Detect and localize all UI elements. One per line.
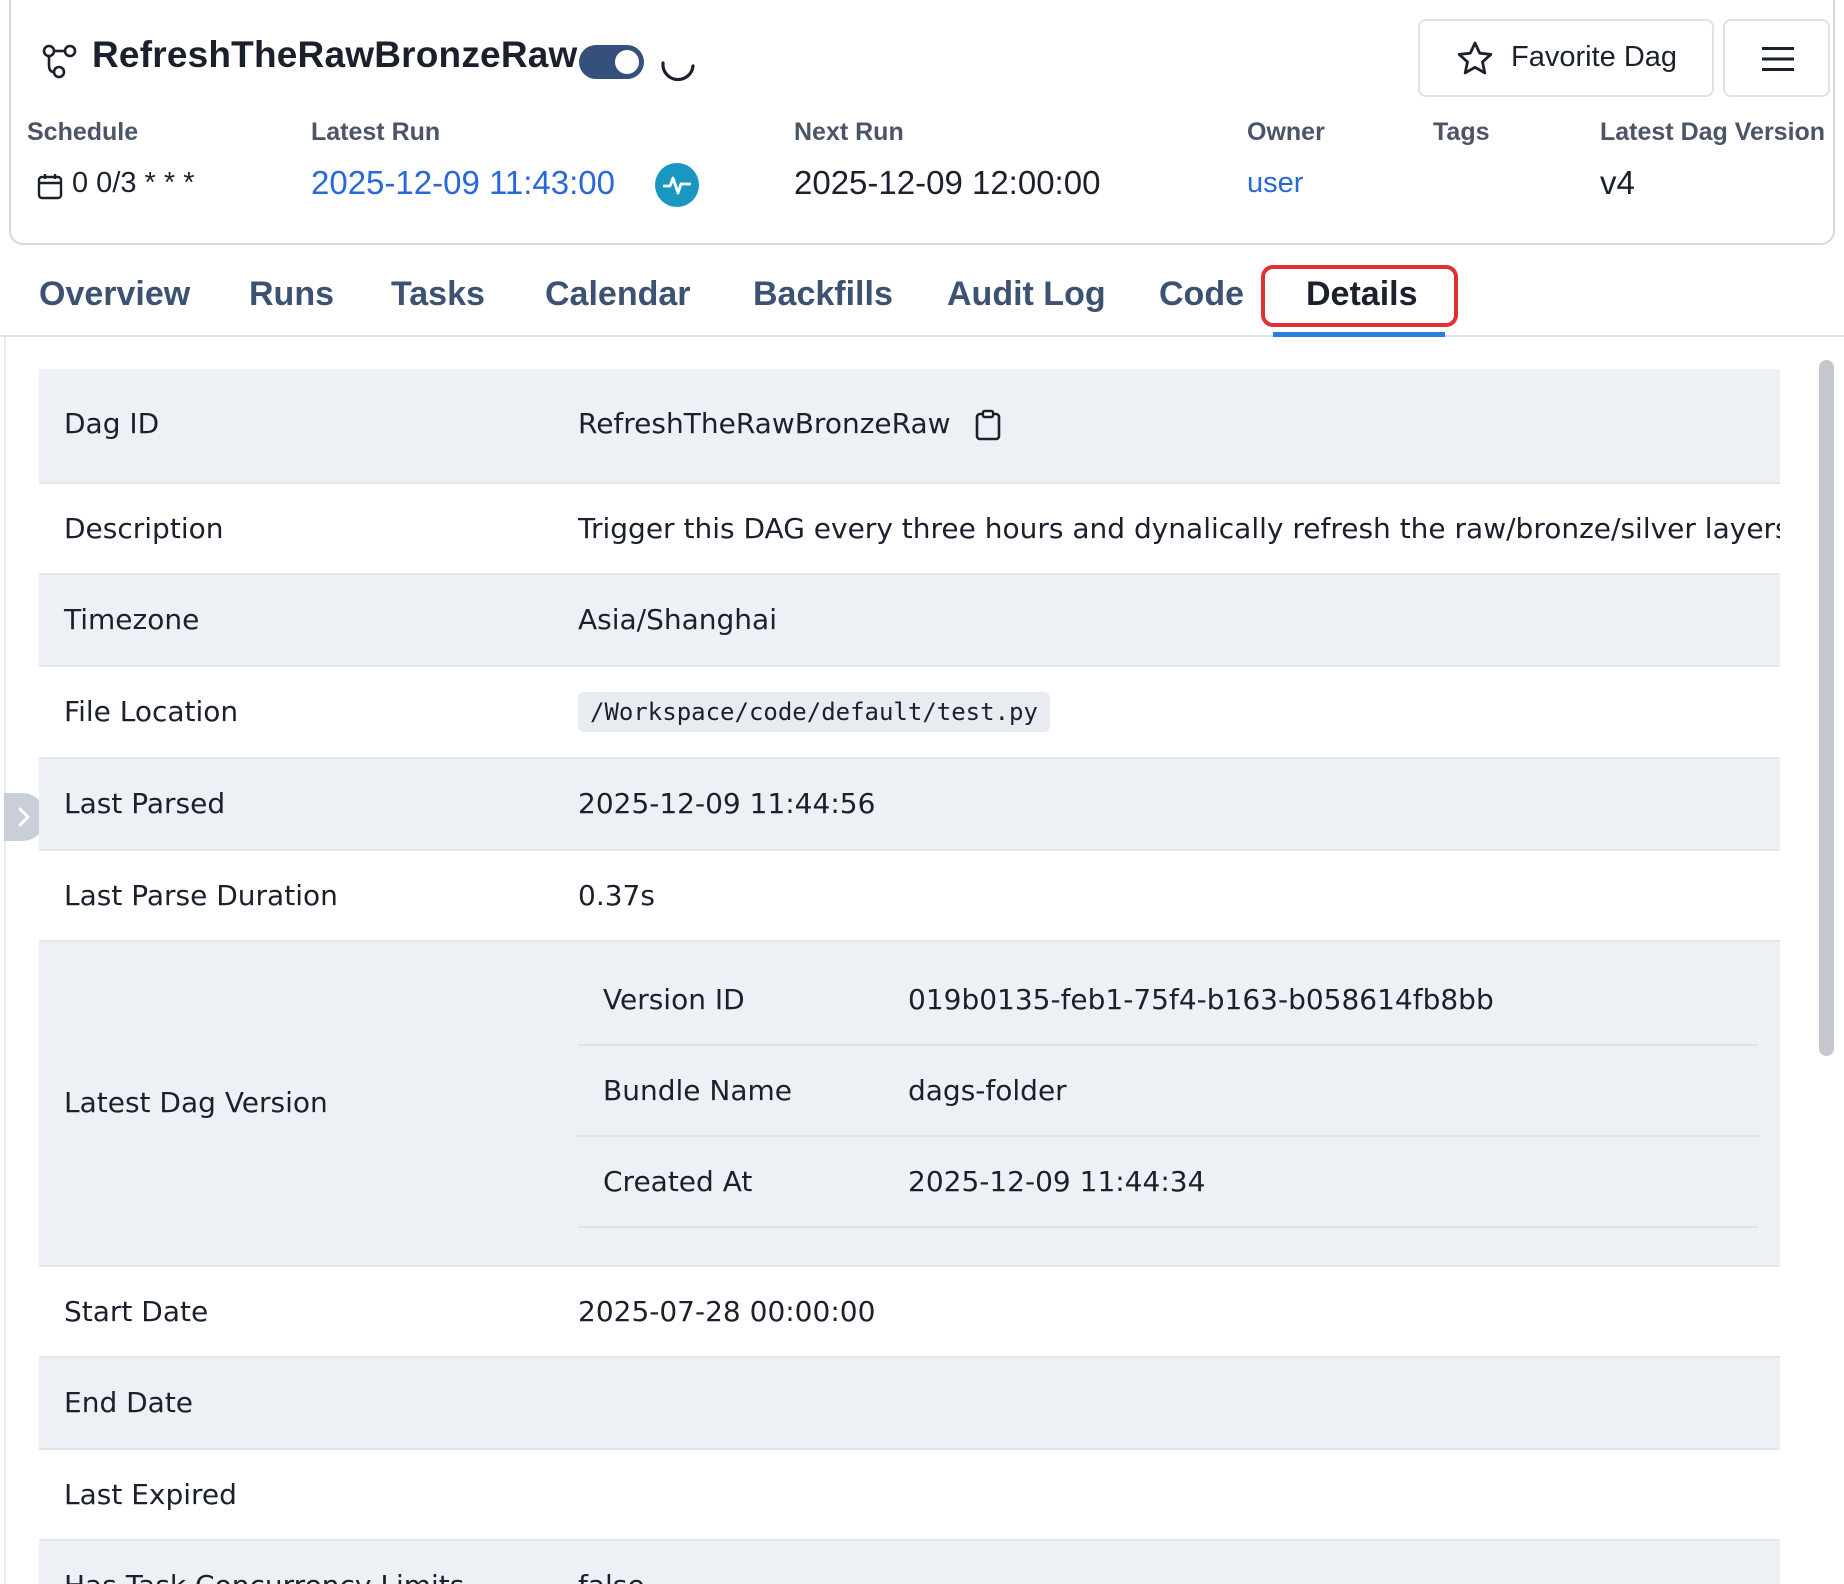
version-id-label: Version ID [603, 983, 745, 1016]
created-at-label: Created At [603, 1165, 753, 1198]
tags-label: Tags [1433, 118, 1490, 146]
latest-dag-version-row-label: Latest Dag Version [64, 1086, 328, 1119]
dag-title: RefreshTheRawBronzeRaw [92, 34, 578, 75]
concurrency-value: false [578, 1569, 645, 1584]
owner-link[interactable]: user [1247, 167, 1303, 200]
dag-pause-toggle[interactable] [579, 45, 644, 79]
last-parsed-label: Last Parsed [64, 787, 226, 820]
dag-icon [42, 44, 77, 79]
timezone-label: Timezone [64, 603, 200, 636]
table-row: File Location /Workspace/code/default/te… [39, 667, 1780, 759]
heartbeat-icon [663, 176, 691, 195]
toggle-knob [615, 50, 639, 74]
schedule-label: Schedule [27, 118, 139, 146]
table-row: End Date [39, 1358, 1780, 1450]
dag-id-value: RefreshTheRawBronzeRaw [578, 407, 951, 440]
table-row: Has Task Concurrency Limits false [39, 1541, 1780, 1584]
created-at-row: Created At 2025-12-09 11:44:34 [578, 1137, 1758, 1228]
dag-id-label: Dag ID [64, 407, 160, 440]
table-row: Last Expired [39, 1450, 1780, 1541]
chevron-right-icon [18, 807, 30, 827]
file-location-value: /Workspace/code/default/test.py [578, 692, 1050, 732]
tab-code[interactable]: Code [1159, 275, 1244, 314]
schedule-value: 0 0/3 * * * [72, 167, 195, 199]
description-value: Trigger this DAG every three hours and d… [578, 512, 1780, 545]
favorite-dag-label: Favorite Dag [1511, 41, 1678, 73]
bundle-name-value: dags-folder [908, 1074, 1067, 1107]
table-row: Dag ID RefreshTheRawBronzeRaw [39, 369, 1780, 484]
next-run-label: Next Run [794, 118, 904, 146]
active-tab-indicator [1273, 332, 1445, 337]
description-label: Description [64, 512, 224, 545]
latest-dag-version-label: Latest Dag Version [1600, 118, 1826, 146]
concurrency-label: Has Task Concurrency Limits [64, 1569, 464, 1584]
latest-dag-version-value: v4 [1600, 164, 1635, 201]
left-rail [4, 337, 6, 1584]
last-expired-label: Last Expired [64, 1478, 237, 1511]
favorite-dag-button[interactable]: Favorite Dag [1418, 19, 1714, 97]
details-table: Dag ID RefreshTheRawBronzeRaw Descriptio… [39, 369, 1780, 1584]
latest-run-link[interactable]: 2025-12-09 11:43:00 [311, 164, 615, 202]
clipboard-icon[interactable] [974, 409, 1002, 441]
dag-tabs: Overview Runs Tasks Calendar Backfills A… [0, 245, 1844, 337]
tab-overview[interactable]: Overview [39, 275, 190, 314]
loading-spinner-icon [661, 61, 695, 82]
file-location-label: File Location [64, 695, 239, 728]
tab-backfills[interactable]: Backfills [753, 275, 893, 314]
table-row: Description Trigger this DAG every three… [39, 484, 1780, 575]
last-parsed-value: 2025-12-09 11:44:56 [578, 787, 876, 820]
menu-button[interactable] [1723, 19, 1830, 97]
timezone-value: Asia/Shanghai [578, 603, 777, 636]
latest-run-label: Latest Run [311, 118, 441, 146]
last-parse-duration-label: Last Parse Duration [64, 879, 338, 912]
star-icon [1457, 41, 1493, 75]
table-row: Latest Dag Version Version ID 019b0135-f… [39, 942, 1780, 1267]
dag-header-card: RefreshTheRawBronzeRaw Favorite Dag Sche… [9, 0, 1835, 245]
version-id-value: 019b0135-feb1-75f4-b163-b058614fb8bb [908, 983, 1494, 1016]
table-row: Last Parsed 2025-12-09 11:44:56 [39, 759, 1780, 851]
end-date-label: End Date [64, 1386, 194, 1419]
last-parse-duration-value: 0.37s [578, 879, 655, 912]
owner-label: Owner [1247, 118, 1325, 146]
tab-tasks[interactable]: Tasks [391, 275, 485, 314]
table-row: Timezone Asia/Shanghai [39, 575, 1780, 667]
scrollbar-thumb[interactable] [1819, 360, 1834, 1056]
tab-calendar[interactable]: Calendar [545, 275, 691, 314]
version-id-row: Version ID 019b0135-feb1-75f4-b163-b0586… [578, 955, 1758, 1046]
start-date-value: 2025-07-28 00:00:00 [578, 1295, 876, 1328]
hamburger-menu-icon [1762, 47, 1794, 71]
start-date-label: Start Date [64, 1295, 209, 1328]
run-status-badge[interactable] [655, 163, 699, 207]
tab-runs[interactable]: Runs [249, 275, 334, 314]
table-row: Start Date 2025-07-28 00:00:00 [39, 1267, 1780, 1358]
bundle-name-label: Bundle Name [603, 1074, 792, 1107]
calendar-icon [37, 174, 63, 200]
tab-audit-log[interactable]: Audit Log [947, 275, 1106, 314]
tab-details-highlight [1261, 265, 1458, 327]
bundle-name-row: Bundle Name dags-folder [578, 1046, 1758, 1137]
next-run-value: 2025-12-09 12:00:00 [794, 164, 1101, 201]
table-row: Last Parse Duration 0.37s [39, 851, 1780, 942]
created-at-value: 2025-12-09 11:44:34 [908, 1165, 1206, 1198]
